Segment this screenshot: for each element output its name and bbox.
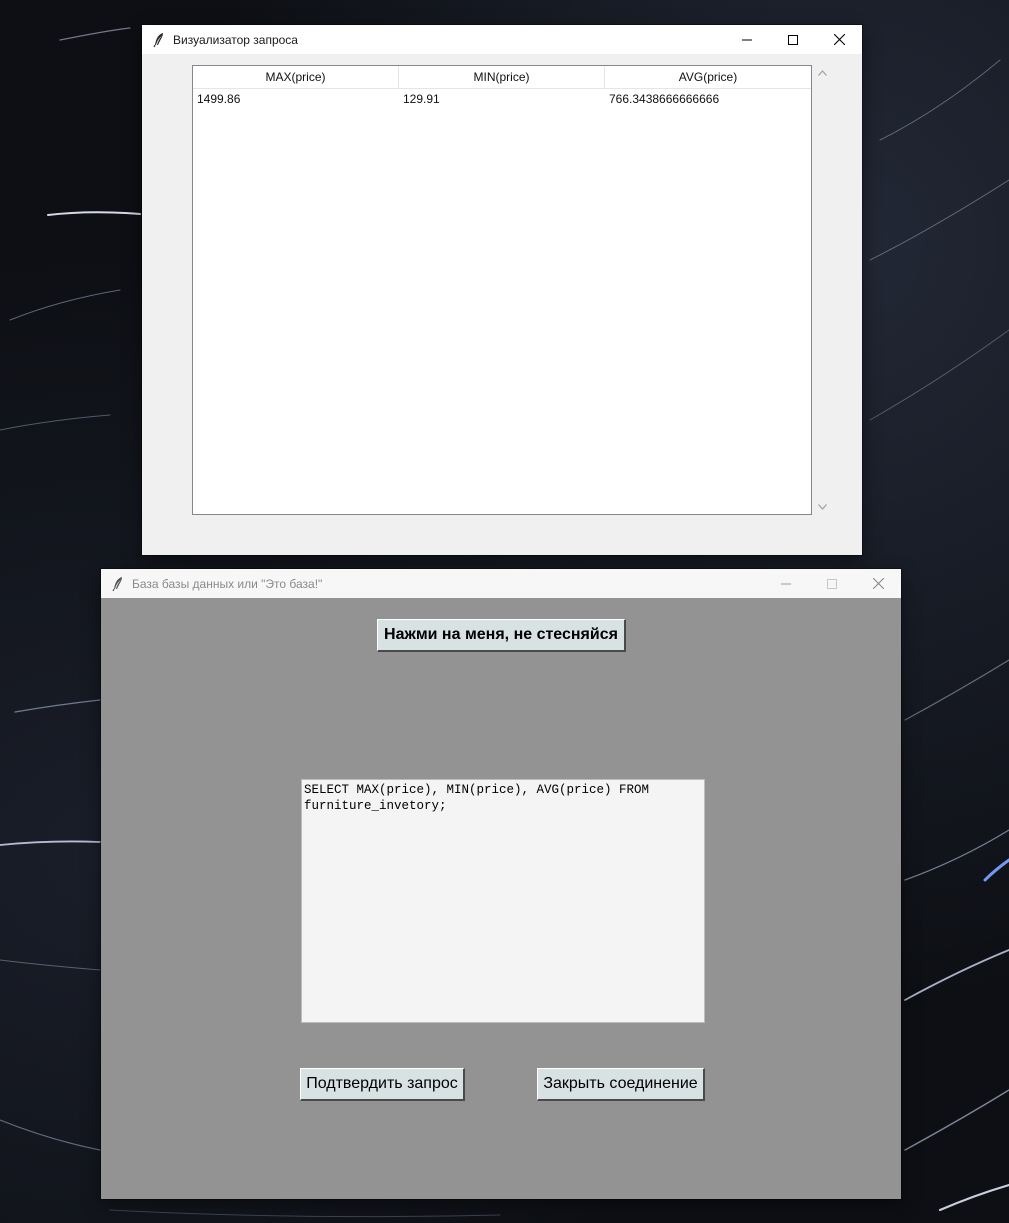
table-row[interactable]: 1499.86 129.91 766.3438666666666: [193, 89, 811, 109]
minimize-icon: [742, 39, 752, 40]
maximize-icon: [827, 578, 837, 589]
minimize-icon: [781, 583, 791, 584]
table-cell: 129.91: [403, 92, 440, 106]
maximize-button[interactable]: [770, 25, 816, 54]
feather-icon: [110, 576, 126, 592]
window-title: База базы данных или "Это база!": [132, 576, 323, 591]
feather-icon: [151, 32, 167, 48]
table-header: MAX(price) MIN(price) AVG(price): [193, 66, 811, 89]
main-titlebar[interactable]: База базы данных или "Это база!": [101, 569, 901, 598]
table-cell: 766.3438666666666: [609, 92, 720, 106]
main-window: База базы данных или "Это база!" Нажми н…: [101, 569, 901, 1199]
query-input[interactable]: SELECT MAX(price), MIN(price), AVG(price…: [301, 779, 705, 1023]
press-me-button[interactable]: Нажми на меня, не стесняйся: [377, 619, 626, 652]
close-button[interactable]: [816, 25, 862, 54]
confirm-query-button[interactable]: Подтвердить запрос: [300, 1068, 465, 1101]
close-icon: [872, 578, 884, 589]
table-cell: 1499.86: [197, 92, 241, 106]
close-connection-button[interactable]: Закрыть соединение: [537, 1068, 705, 1101]
close-button[interactable]: [855, 569, 901, 598]
column-header-min-price[interactable]: MIN(price): [399, 66, 605, 88]
maximize-icon: [788, 34, 798, 45]
column-header-max-price[interactable]: MAX(price): [193, 66, 399, 88]
scroll-down-button[interactable]: [814, 499, 830, 515]
visualizer-titlebar[interactable]: Визуализатор запроса: [142, 25, 862, 54]
column-header-avg-price[interactable]: AVG(price): [605, 66, 811, 88]
window-title: Визуализатор запроса: [173, 32, 298, 47]
results-table[interactable]: MAX(price) MIN(price) AVG(price) 1499.86…: [192, 65, 812, 515]
chevron-down-icon: [817, 504, 827, 510]
chevron-up-icon: [817, 70, 827, 76]
minimize-button[interactable]: [763, 569, 809, 598]
visualizer-window: Визуализатор запроса MAX(price) MIN(pric…: [142, 25, 862, 555]
vertical-scrollbar[interactable]: [814, 65, 830, 515]
maximize-button[interactable]: [809, 569, 855, 598]
scroll-up-button[interactable]: [814, 65, 830, 81]
minimize-button[interactable]: [724, 25, 770, 54]
close-icon: [833, 34, 845, 45]
